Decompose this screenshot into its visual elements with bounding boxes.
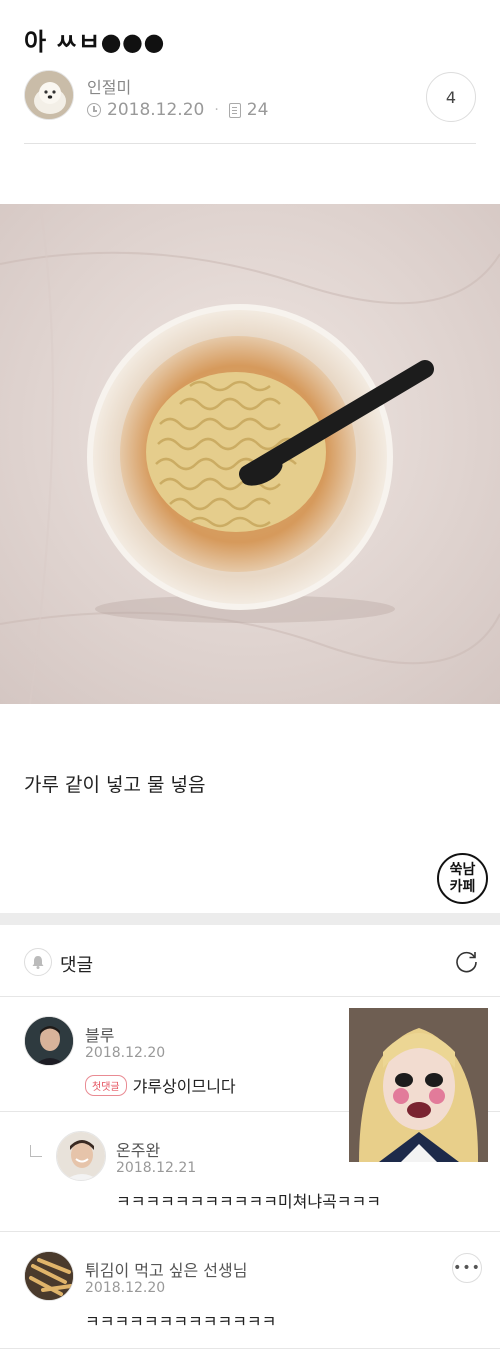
comments-label: 댓글 bbox=[60, 955, 94, 976]
post-body: 가루 같이 넣고 물 넣음 bbox=[24, 774, 206, 796]
clock-icon bbox=[87, 103, 101, 117]
post-date: 2018.12.20 bbox=[107, 100, 205, 120]
section-gap bbox=[0, 913, 500, 925]
comment-count-button[interactable]: 4 bbox=[426, 72, 476, 122]
post-photo[interactable] bbox=[0, 204, 500, 704]
more-icon: ••• bbox=[453, 1260, 481, 1276]
refresh-button[interactable] bbox=[452, 947, 482, 977]
comment-author[interactable]: 블루 bbox=[85, 1022, 114, 1046]
cafe-logo-line2: 카페 bbox=[449, 878, 476, 895]
comment-author[interactable]: 온주완 bbox=[116, 1137, 160, 1161]
commenter-avatar[interactable] bbox=[56, 1131, 106, 1181]
first-comment-badge: 첫댓글 bbox=[85, 1075, 127, 1096]
cafe-logo: 쑥남 카페 bbox=[437, 853, 488, 904]
document-icon bbox=[228, 102, 241, 118]
author-name[interactable]: 인절미 bbox=[87, 74, 131, 98]
comment-text: ㅋㅋㅋㅋㅋㅋㅋㅋㅋㅋㅋㅋㅋ bbox=[85, 1312, 277, 1331]
comment-sticker-image[interactable] bbox=[349, 1008, 488, 1162]
comment-text-body: 갸루상이므니다 bbox=[132, 1077, 236, 1096]
row-divider bbox=[0, 1348, 500, 1349]
comment-text: 첫댓글 갸루상이므니다 bbox=[85, 1073, 236, 1097]
commenter-avatar[interactable] bbox=[24, 1016, 74, 1066]
more-options-button[interactable]: ••• bbox=[452, 1253, 482, 1283]
comments-header: 댓글 bbox=[0, 938, 500, 988]
author-row: 인절미 2018.12.20 · 24 4 bbox=[24, 70, 476, 122]
notification-toggle[interactable] bbox=[24, 948, 52, 976]
view-count: 24 bbox=[246, 100, 269, 120]
post-meta: 2018.12.20 · 24 bbox=[87, 100, 268, 120]
meta-separator: · bbox=[214, 102, 219, 118]
comment-author[interactable]: 튀김이 먹고 싶은 선생님 bbox=[85, 1257, 247, 1281]
comment-date: 2018.12.20 bbox=[85, 1280, 166, 1296]
refresh-icon bbox=[456, 951, 477, 973]
cafe-logo-line1: 쑥남 bbox=[449, 861, 476, 878]
author-avatar[interactable] bbox=[24, 70, 74, 120]
post-title: 아 ㅆㅂ●●● bbox=[24, 28, 165, 56]
header-divider bbox=[24, 143, 476, 144]
row-divider bbox=[0, 1231, 500, 1232]
comment-date: 2018.12.21 bbox=[116, 1160, 197, 1176]
commenter-avatar[interactable] bbox=[24, 1251, 74, 1301]
comment-date: 2018.12.20 bbox=[85, 1045, 166, 1061]
comment-text: ㅋㅋㅋㅋㅋㅋㅋㅋㅋㅋㅋ미쳐냐곡ㅋㅋㅋ bbox=[116, 1192, 381, 1211]
reply-arrow-icon bbox=[30, 1145, 42, 1157]
bell-icon bbox=[32, 956, 44, 969]
comments-divider bbox=[0, 996, 500, 997]
